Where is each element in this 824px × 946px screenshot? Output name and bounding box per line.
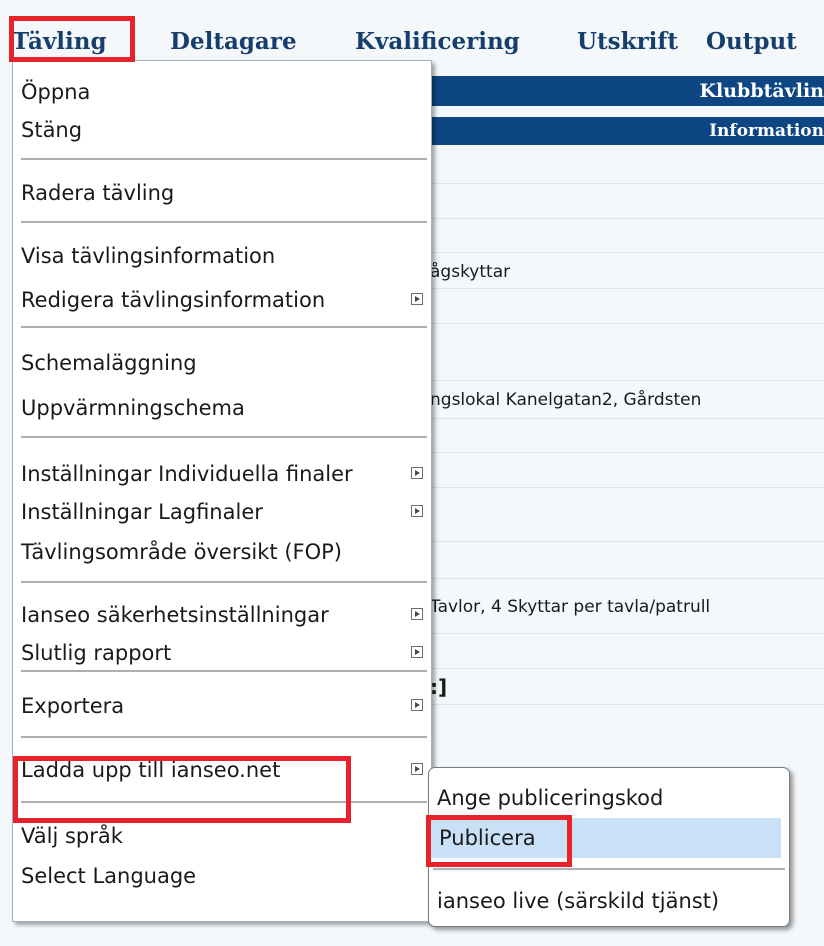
- menu-item-label: Ladda upp till ianseo.net: [21, 758, 281, 782]
- menu-item-label: Select Language: [21, 864, 197, 888]
- menubar-item-tavling[interactable]: Tävling: [12, 22, 107, 62]
- row-divider: [430, 380, 824, 381]
- menu-item-uppvarmningschema[interactable]: Uppvärmningschema: [13, 389, 431, 427]
- submenu-item-label: ianseo live (särskild tjänst): [437, 889, 720, 913]
- menu-item-slutlig-rapport[interactable]: Slutlig rapport: [13, 634, 431, 672]
- row-divider: [430, 288, 824, 289]
- menu-divider: [21, 581, 427, 583]
- menu-item-label: Välj språk: [21, 824, 123, 848]
- row-divider: [430, 578, 824, 579]
- submenu-item-label: Publicera: [439, 826, 536, 850]
- info-fragment: ågskyttar: [430, 262, 511, 282]
- menu-item-label: Ianseo säkerhetsinställningar: [21, 603, 329, 627]
- submenu-arrow-icon: [411, 293, 423, 305]
- menu-item-label: Redigera tävlingsinformation: [21, 288, 326, 312]
- menu-item-stang[interactable]: Stäng: [13, 111, 431, 149]
- competition-title-bar: Klubbtävlin: [430, 76, 824, 106]
- menu-item-radera-tavling[interactable]: Radera tävling: [13, 174, 431, 212]
- menu-divider: [21, 801, 427, 803]
- submenu-arrow-icon: [411, 608, 423, 620]
- menu-item-label: Slutlig rapport: [21, 641, 172, 665]
- menubar-item-kvalificering[interactable]: Kvalificering: [355, 22, 520, 62]
- row-divider: [430, 668, 824, 669]
- submenu-item-publicera[interactable]: Publicera: [431, 818, 781, 858]
- row-divider: [430, 218, 824, 219]
- row-divider: [430, 418, 824, 419]
- menu-item-oppna[interactable]: Öppna: [13, 73, 431, 111]
- row-divider: [430, 633, 824, 634]
- menu-divider: [21, 736, 427, 738]
- menu-item-exportera[interactable]: Exportera: [13, 687, 431, 725]
- menu-divider: [21, 158, 427, 160]
- menu-item-installningar-lagfinaler[interactable]: Inställningar Lagfinaler: [13, 493, 431, 531]
- submenu-arrow-icon: [411, 467, 423, 479]
- submenu-divider: [433, 868, 785, 870]
- submenu-arrow-icon: [411, 763, 423, 775]
- menu-item-label: Schemaläggning: [21, 351, 197, 375]
- menu-item-label: Inställningar Lagfinaler: [21, 500, 263, 524]
- menu-item-valj-sprak[interactable]: Välj språk: [13, 817, 431, 855]
- menu-item-label: Tävlingsområde översikt (FOP): [21, 540, 342, 564]
- row-divider: [430, 487, 824, 488]
- info-fragment: :]: [430, 675, 448, 699]
- information-header-bar: Information: [430, 117, 824, 145]
- row-divider: [430, 323, 824, 324]
- menu-item-label: Stäng: [21, 118, 83, 142]
- row-divider: [430, 252, 824, 253]
- menu-item-ianseo-sakerhetsinstallningar[interactable]: Ianseo säkerhetsinställningar: [13, 596, 431, 634]
- submenu-arrow-icon: [411, 505, 423, 517]
- info-fragment: ngslokal Kanelgatan2, Gårdsten: [430, 390, 702, 410]
- submenu-arrow-icon: [411, 646, 423, 658]
- menu-item-ladda-upp[interactable]: Ladda upp till ianseo.net: [13, 751, 431, 789]
- menu-divider: [21, 436, 427, 438]
- menu-item-label: Uppvärmningschema: [21, 396, 245, 420]
- menubar-item-utskrift[interactable]: Utskrift: [577, 22, 678, 62]
- menu-item-label: Exportera: [21, 694, 125, 718]
- menu-item-redigera-tavlingsinformation[interactable]: Redigera tävlingsinformation: [13, 281, 431, 319]
- row-divider: [430, 541, 824, 542]
- submenu-item-ange-publiceringskod[interactable]: Ange publiceringskod: [429, 778, 789, 818]
- menu-item-select-language[interactable]: Select Language: [13, 857, 431, 895]
- menu-item-installningar-individuella-finaler[interactable]: Inställningar Individuella finaler: [13, 455, 431, 493]
- row-divider: [430, 704, 824, 705]
- menu-item-label: Öppna: [21, 80, 91, 104]
- submenu-item-ianseo-live[interactable]: ianseo live (särskild tjänst): [429, 881, 789, 921]
- menubar-item-output[interactable]: Output: [706, 22, 797, 62]
- tavling-dropdown-menu: Öppna Stäng Radera tävling Visa tävlingsinf…: [12, 60, 432, 922]
- info-fragment: Tavlor, 4 Skyttar per tavla/patrull: [430, 597, 711, 617]
- menubar-item-deltagare[interactable]: Deltagare: [170, 22, 297, 62]
- menu-item-label: Inställningar Individuella finaler: [21, 462, 353, 486]
- submenu-item-label: Ange publiceringskod: [437, 786, 664, 810]
- menu-divider: [21, 326, 427, 328]
- menu-item-label: Visa tävlingsinformation: [21, 244, 276, 268]
- submenu-arrow-icon: [411, 699, 423, 711]
- row-divider: [430, 183, 824, 184]
- menubar: Tävling Deltagare Kvalificering Utskrift…: [0, 0, 824, 68]
- menu-item-tavlingsomrade-oversikt[interactable]: Tävlingsområde översikt (FOP): [13, 533, 431, 571]
- menu-item-label: Radera tävling: [21, 181, 175, 205]
- upload-submenu: Ange publiceringskod Publicera ianseo live…: [428, 767, 790, 927]
- menu-item-visa-tavlingsinformation[interactable]: Visa tävlingsinformation: [13, 237, 431, 275]
- menu-item-schemalaggning[interactable]: Schemaläggning: [13, 344, 431, 382]
- row-divider: [430, 452, 824, 453]
- menu-divider: [21, 221, 427, 223]
